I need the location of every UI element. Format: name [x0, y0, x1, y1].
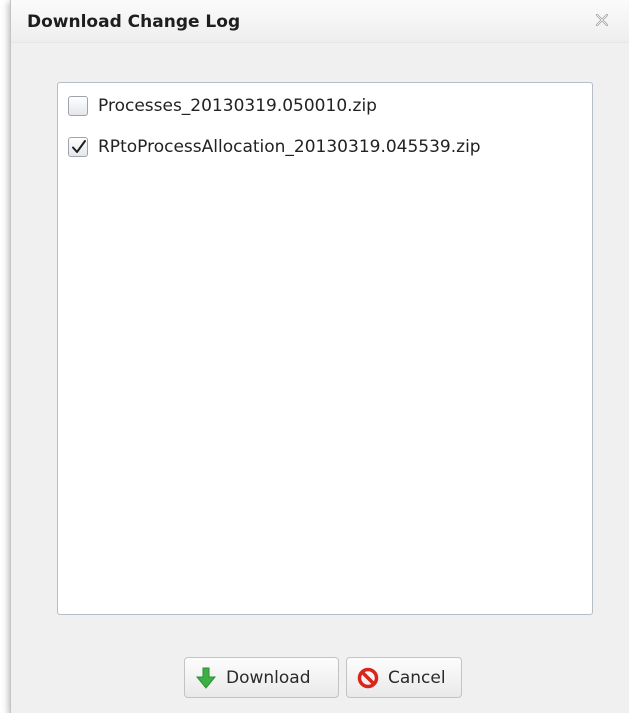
- dialog-title: Download Change Log: [27, 12, 241, 32]
- download-button[interactable]: Download: [184, 657, 339, 698]
- cancel-icon: [357, 667, 379, 688]
- file-checkbox-checked[interactable]: [68, 137, 88, 157]
- download-change-log-dialog: Download Change Log Processes_20130319.0…: [10, 0, 629, 713]
- file-name: RPtoProcessAllocation_20130319.045539.zi…: [98, 137, 481, 157]
- cancel-button-label: Cancel: [388, 667, 446, 688]
- cancel-button[interactable]: Cancel: [346, 657, 462, 698]
- file-list: Processes_20130319.050010.zip RPtoProces…: [57, 82, 593, 615]
- file-item-rptoprocessallocation[interactable]: RPtoProcessAllocation_20130319.045539.zi…: [68, 133, 481, 161]
- download-arrow-icon: [195, 667, 217, 689]
- file-item-processes[interactable]: Processes_20130319.050010.zip: [68, 92, 377, 120]
- file-checkbox-unchecked[interactable]: [68, 96, 88, 116]
- download-button-label: Download: [226, 667, 311, 688]
- dialog-titlebar[interactable]: Download Change Log: [11, 0, 629, 43]
- file-name: Processes_20130319.050010.zip: [98, 96, 377, 116]
- close-icon[interactable]: [594, 12, 610, 28]
- checkmark-icon: [72, 140, 86, 153]
